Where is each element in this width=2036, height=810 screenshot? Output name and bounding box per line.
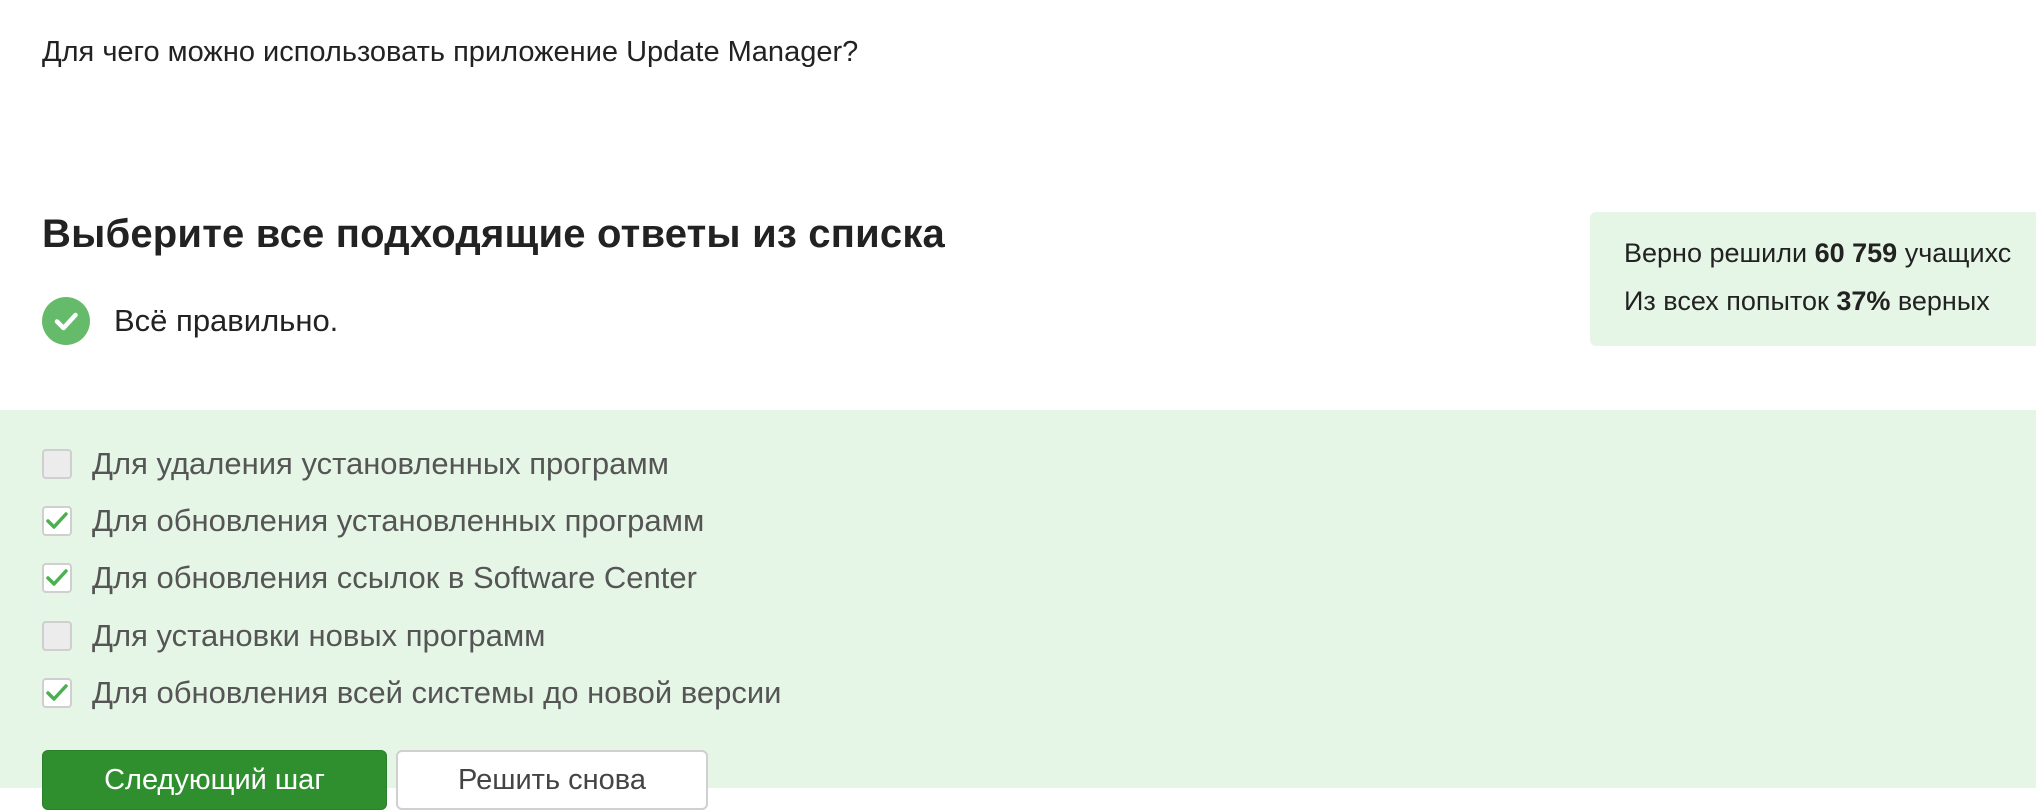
check-circle-icon [42, 297, 90, 345]
answer-option[interactable]: Для обновления ссылок в Software Center [42, 560, 697, 596]
stats-correct-percent: 37% [1836, 286, 1891, 316]
next-step-button[interactable]: Следующий шаг [42, 750, 387, 810]
stats-solved-prefix: Верно решили [1624, 238, 1815, 268]
stats-attempts-prefix: Из всех попыток [1624, 286, 1837, 316]
stats-solved-suffix: учащихс [1897, 238, 2012, 268]
answer-checkbox[interactable] [42, 678, 72, 708]
status-text: Всё правильно. [114, 303, 339, 338]
answer-option[interactable]: Для обновления установленных программ [42, 503, 704, 539]
instruction-heading: Выберите все подходящие ответы из списка [42, 212, 945, 256]
stats-attempts-suffix: верных [1890, 286, 1990, 316]
check-mark-icon [46, 684, 68, 701]
answer-label[interactable]: Для удаления установленных программ [92, 446, 669, 482]
check-mark-icon [46, 512, 68, 529]
answer-option[interactable]: Для удаления установленных программ [42, 446, 669, 482]
answer-checkbox[interactable] [42, 449, 72, 479]
check-mark-icon [46, 569, 68, 586]
answer-option[interactable]: Для обновления всей системы до новой вер… [42, 675, 782, 711]
question-text: Для чего можно использовать приложение U… [42, 36, 859, 68]
answer-checkbox[interactable] [42, 563, 72, 593]
stats-solved-count: 60 759 [1814, 238, 1898, 268]
answer-checkbox[interactable] [42, 506, 72, 536]
answer-label[interactable]: Для обновления установленных программ [92, 503, 704, 539]
answer-label[interactable]: Для установки новых программ [92, 618, 545, 654]
answer-label[interactable]: Для обновления всей системы до новой вер… [92, 675, 782, 711]
solve-again-button[interactable]: Решить снова [396, 750, 708, 810]
answer-label[interactable]: Для обновления ссылок в Software Center [92, 560, 697, 596]
stats-attempts-line: Из всех попыток 37% верных [1624, 286, 1990, 317]
stats-panel: Верно решили 60 759 учащихс Из всех попы… [1590, 212, 2036, 346]
result-status: Всё правильно. [42, 297, 338, 345]
stats-solved-line: Верно решили 60 759 учащихс [1624, 238, 2011, 269]
answer-option[interactable]: Для установки новых программ [42, 618, 545, 654]
answer-checkbox[interactable] [42, 621, 72, 651]
